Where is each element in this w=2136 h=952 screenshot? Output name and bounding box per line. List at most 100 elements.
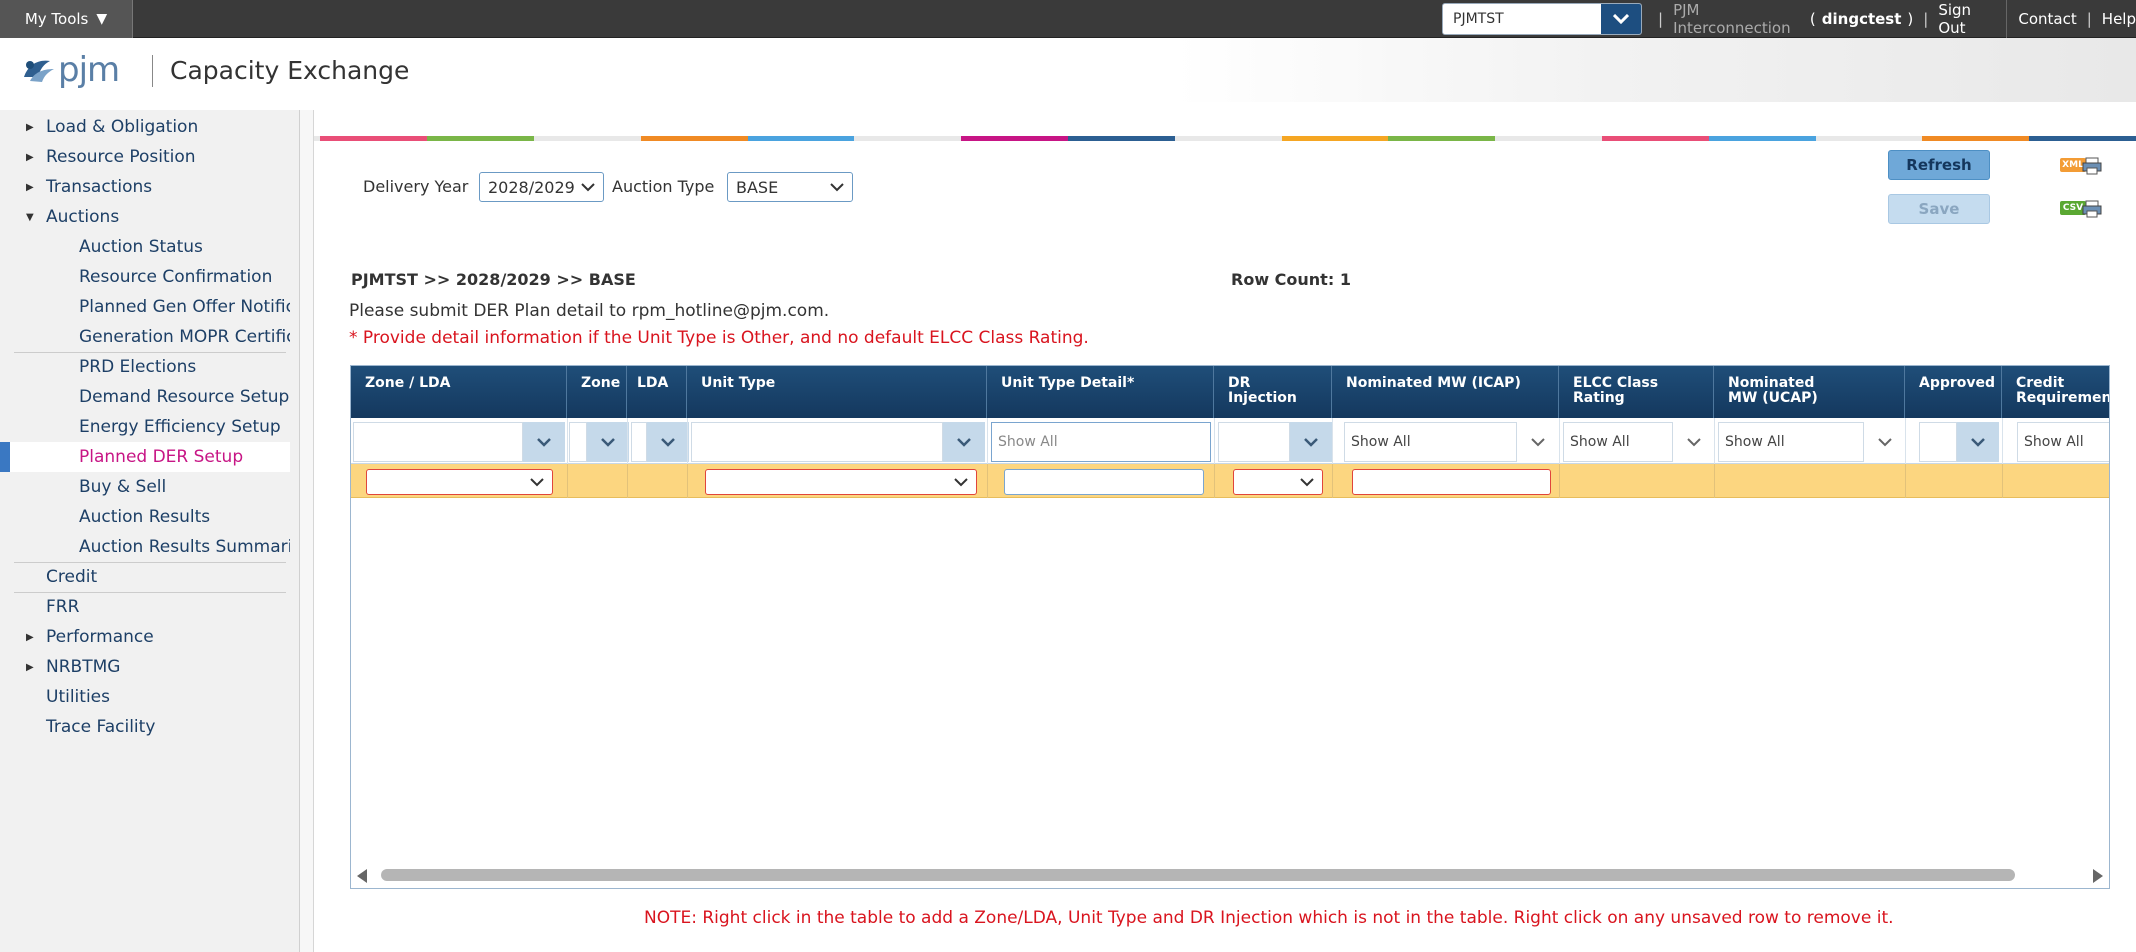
sidebar-item-energy-efficiency-setup[interactable]: Energy Efficiency Setup <box>0 412 290 442</box>
expand-right-icon[interactable]: ▶ <box>0 122 46 133</box>
row-divider <box>567 464 568 498</box>
sign-out-link[interactable]: Sign Out <box>1938 1 1993 37</box>
row-unit-type-detail-input[interactable] <box>1004 469 1204 495</box>
expand-right-icon[interactable]: ▶ <box>0 662 46 673</box>
sidebar-item-demand-resource-setup[interactable]: Demand Resource Setup <box>0 382 290 412</box>
sidebar-item-buy-sell[interactable]: Buy & Sell <box>0 472 290 502</box>
row-divider <box>2002 464 2003 498</box>
save-button[interactable]: Save <box>1888 194 1990 224</box>
filter-zone-lda[interactable] <box>353 422 523 462</box>
sidebar-item-label: NRBTMG <box>46 657 121 677</box>
scrollbar-thumb[interactable] <box>381 869 2015 881</box>
filter-unit-type-detail[interactable]: Show All <box>991 422 1211 462</box>
auction-type-select[interactable]: BASE <box>727 172 853 202</box>
sidebar-item-frr[interactable]: FRR <box>0 592 290 622</box>
expand-right-icon[interactable]: ▶ <box>0 182 46 193</box>
chevron-down-icon[interactable] <box>523 422 565 462</box>
sidebar-item-auctions[interactable]: ▼ Auctions <box>0 202 290 232</box>
sidebar-item-prd-elections[interactable]: PRD Elections <box>0 352 290 382</box>
contact-link[interactable]: Contact <box>2018 10 2076 28</box>
filter-nominated-mw-ucap[interactable]: Show All <box>1718 422 1864 462</box>
chevron-down-icon[interactable] <box>587 422 629 462</box>
chevron-down-icon[interactable] <box>1290 422 1332 462</box>
column-header-nominated-mw-ucap[interactable]: Nominated MW (UCAP) <box>1714 366 1905 418</box>
row-unit-type-select[interactable] <box>705 469 977 495</box>
column-header-lda[interactable]: LDA <box>627 366 687 418</box>
environment-value: PJMTST <box>1453 11 1504 27</box>
row-divider <box>1714 464 1715 498</box>
row-divider <box>1214 464 1215 498</box>
scroll-left-icon[interactable] <box>357 869 367 883</box>
filter-credit-requirement[interactable]: Show All <box>2017 422 2109 462</box>
column-header-unit-type[interactable]: Unit Type <box>687 366 987 418</box>
sidebar-item-trace-facility[interactable]: Trace Facility <box>0 712 290 742</box>
row-dr-injection-select[interactable] <box>1233 469 1323 495</box>
help-link[interactable]: Help <box>2102 10 2136 28</box>
sidebar-item-generation-mopr[interactable]: Generation MOPR Certification <box>0 322 290 352</box>
filter-unit-type[interactable] <box>691 422 943 462</box>
sidebar-item-label: Resource Confirmation <box>79 267 273 287</box>
chevron-down-icon[interactable] <box>1673 422 1715 462</box>
chevron-down-icon[interactable] <box>1517 422 1559 462</box>
submission-hint: Please submit DER Plan detail to rpm_hot… <box>349 301 830 321</box>
expand-right-icon[interactable]: ▶ <box>0 632 46 643</box>
filter-dr-injection[interactable] <box>1218 422 1290 462</box>
environment-select[interactable]: PJMTST <box>1442 3 1642 35</box>
horizontal-scrollbar[interactable] <box>351 862 2109 888</box>
sidebar-gutter <box>300 110 314 952</box>
separator: | <box>1658 10 1664 28</box>
sidebar-item-label: Demand Resource Setup <box>79 387 290 407</box>
sidebar-item-performance[interactable]: ▶ Performance <box>0 622 290 652</box>
table-row[interactable] <box>351 464 2109 498</box>
sidebar-item-label: FRR <box>46 597 80 617</box>
chevron-down-icon[interactable] <box>647 422 689 462</box>
row-zone-lda-select[interactable] <box>366 469 553 495</box>
expand-right-icon[interactable]: ▶ <box>0 152 46 163</box>
row-nominated-mw-icap-input[interactable] <box>1352 469 1551 495</box>
separator: | <box>1923 10 1929 28</box>
sidebar-item-utilities[interactable]: Utilities <box>0 682 290 712</box>
filter-lda[interactable] <box>631 422 647 462</box>
filter-nominated-mw-icap[interactable]: Show All <box>1344 422 1517 462</box>
column-header-unit-type-detail[interactable]: Unit Type Detail* <box>987 366 1214 418</box>
column-divider <box>1214 418 1215 464</box>
scroll-right-icon[interactable] <box>2093 869 2103 883</box>
column-divider <box>1559 418 1560 464</box>
sidebar-item-transactions[interactable]: ▶ Transactions <box>0 172 290 202</box>
der-grid[interactable]: Zone / LDA Zone LDA Unit Type Unit Type … <box>350 365 2110 889</box>
chevron-down-icon[interactable] <box>1601 4 1641 34</box>
pjm-logo[interactable]: pjm <box>20 50 120 90</box>
sidebar-item-planned-gen-offer[interactable]: Planned Gen Offer Notification <box>0 292 290 322</box>
sidebar-item-auction-results-summaries[interactable]: Auction Results Summaries <box>0 532 290 562</box>
sidebar-item-planned-der-setup[interactable]: Planned DER Setup <box>0 442 290 472</box>
chevron-down-icon[interactable] <box>1864 422 1906 462</box>
filter-zone[interactable] <box>569 422 587 462</box>
sidebar-item-nrbtmg[interactable]: ▶ NRBTMG <box>0 652 290 682</box>
delivery-year-select[interactable]: 2028/2029 <box>479 172 604 202</box>
column-header-zone[interactable]: Zone <box>567 366 627 418</box>
xml-export-icon[interactable]: XML <box>2060 155 2106 177</box>
expand-down-icon[interactable]: ▼ <box>0 212 46 223</box>
sidebar-item-resource-confirmation[interactable]: Resource Confirmation <box>0 262 290 292</box>
sidebar-item-auction-status[interactable]: Auction Status <box>0 232 290 262</box>
chevron-down-icon[interactable] <box>943 422 985 462</box>
csv-export-icon[interactable]: CSV <box>2060 198 2106 220</box>
sidebar-item-credit[interactable]: Credit <box>0 562 290 592</box>
column-header-zone-lda[interactable]: Zone / LDA <box>351 366 567 418</box>
column-header-nominated-mw-icap[interactable]: Nominated MW (ICAP) <box>1332 366 1559 418</box>
chevron-down-icon[interactable] <box>1957 422 1999 462</box>
my-tools-menu[interactable]: My Tools ▼ <box>0 0 133 38</box>
refresh-button[interactable]: Refresh <box>1888 150 1990 180</box>
column-header-elcc-class-rating[interactable]: ELCC Class Rating <box>1559 366 1714 418</box>
column-header-dr-injection[interactable]: DR Injection <box>1214 366 1332 418</box>
filter-elcc-class-rating[interactable]: Show All <box>1563 422 1673 462</box>
sidebar-item-auction-results[interactable]: Auction Results <box>0 502 290 532</box>
chevron-down-icon <box>830 183 844 192</box>
row-count-value: 1 <box>1339 270 1351 289</box>
sidebar-item-load-obligation[interactable]: ▶ Load & Obligation <box>0 112 290 142</box>
column-header-approved[interactable]: Approved <box>1905 366 2002 418</box>
sidebar-item-resource-position[interactable]: ▶ Resource Position <box>0 142 290 172</box>
filter-approved[interactable] <box>1919 422 1957 462</box>
column-header-credit-requirement[interactable]: Credit Requirement <box>2002 366 2109 418</box>
printer-icon <box>2082 157 2102 175</box>
